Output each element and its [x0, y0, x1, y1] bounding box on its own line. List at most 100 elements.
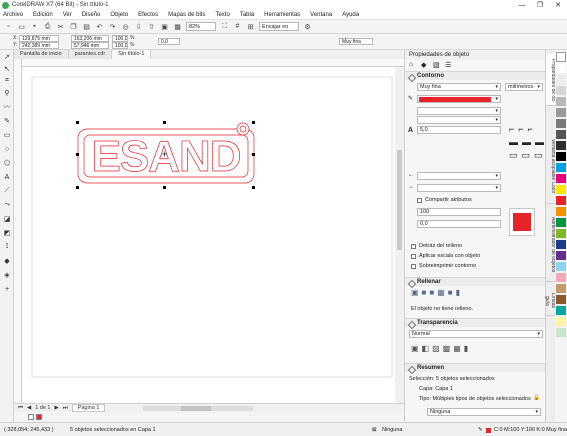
menu-ayuda[interactable]: Ayuda — [342, 12, 359, 18]
palette-purple[interactable] — [556, 251, 566, 261]
copy-icon[interactable]: ❐ — [69, 22, 78, 31]
connector-tool-icon[interactable]: ⤳ — [2, 200, 12, 210]
app-launcher-icon[interactable]: ▦ — [173, 22, 182, 31]
width-field[interactable]: 163,206 mm — [71, 35, 109, 42]
palette-orange[interactable] — [556, 207, 566, 217]
add-tool-icon[interactable]: + — [2, 284, 12, 294]
line-style-2-dropdown[interactable] — [417, 116, 501, 124]
x-position-field[interactable]: 129,875 mm — [19, 35, 59, 42]
palette-gray-60[interactable] — [556, 119, 566, 129]
horizontal-scrollbar[interactable] — [143, 405, 254, 411]
horizontal-scroll-thumb[interactable] — [181, 405, 212, 411]
palette-red[interactable] — [556, 196, 566, 206]
palette-gray-10[interactable] — [556, 75, 566, 85]
artistic-media-icon[interactable]: ✎ — [2, 116, 12, 126]
palette-cyan[interactable] — [556, 163, 566, 173]
rectangle-tool-icon[interactable]: ▭ — [2, 130, 12, 140]
menu-efectos[interactable]: Efectos — [138, 12, 158, 18]
export-icon[interactable]: ⇧ — [147, 22, 156, 31]
scale-with-object-checkbox[interactable] — [411, 254, 416, 259]
menu-objeto[interactable]: Objeto — [110, 12, 128, 18]
interactive-fill-icon[interactable]: ◆ — [2, 256, 12, 266]
crop-tool-icon[interactable]: ⌗ — [2, 76, 12, 86]
import-icon[interactable]: ⇩ — [134, 22, 143, 31]
outline-color-dropdown[interactable] — [417, 95, 501, 103]
last-page-icon[interactable]: ⏭ — [63, 405, 68, 412]
menu-archivo[interactable]: Archivo — [3, 12, 23, 18]
palette-black[interactable] — [556, 152, 566, 162]
fill-tab-icon[interactable]: ◆ — [421, 61, 426, 69]
horizontal-ruler[interactable] — [22, 59, 404, 67]
overprint-checkbox[interactable] — [411, 264, 416, 269]
palette-yellow[interactable] — [556, 185, 566, 195]
summary-tab-icon[interactable]: ☰ — [445, 61, 451, 69]
text-tool-icon[interactable]: A — [2, 172, 12, 182]
menu-texto[interactable]: Texto — [215, 12, 229, 18]
fill-type-icons[interactable]: ▣■■▦■▮ — [411, 288, 463, 297]
stretch-field[interactable]: 100 — [417, 208, 501, 216]
prev-page-icon[interactable]: ◀ — [27, 405, 31, 411]
zoom-tool-icon[interactable]: ⚲ — [2, 88, 12, 98]
behind-fill-checkbox[interactable] — [411, 244, 416, 249]
first-page-icon[interactable]: ⏮ — [18, 405, 23, 412]
menu-ventana[interactable]: Ventana — [310, 12, 332, 18]
maximize-button[interactable]: ❐ — [531, 0, 549, 10]
parallel-dimension-icon[interactable]: ⟋ — [2, 186, 12, 196]
outline-width-dropdown[interactable]: Muy fina — [417, 83, 501, 91]
start-arrow-dropdown[interactable] — [417, 172, 501, 180]
rulers-icon[interactable]: ⊞ — [246, 22, 255, 31]
drawing-canvas[interactable]: ESAND — [22, 67, 395, 403]
minimize-button[interactable]: — — [513, 0, 531, 10]
menu-herramientas[interactable]: Herramientas — [264, 12, 300, 18]
vertical-scroll-thumb[interactable] — [397, 150, 402, 250]
polygon-tool-icon[interactable]: ⬠ — [2, 158, 12, 168]
outline-units-dropdown[interactable]: milímetros — [505, 83, 543, 91]
rotation-angle-field[interactable]: 0,0 — [158, 38, 180, 45]
line-style-dropdown[interactable] — [417, 107, 501, 115]
full-screen-icon[interactable]: ⛶ — [220, 22, 229, 31]
palette-mint[interactable] — [556, 328, 566, 338]
palette-tan[interactable] — [556, 284, 566, 294]
palette-light-blue[interactable] — [556, 262, 566, 272]
palette-gray-90[interactable] — [556, 141, 566, 151]
cut-icon[interactable]: ✂ — [56, 22, 65, 31]
transparency-tab-icon[interactable]: ▧ — [433, 61, 440, 69]
y-position-field[interactable]: 242,389 mm — [19, 42, 59, 49]
document-red-swatch[interactable] — [36, 414, 42, 420]
menu-ver[interactable]: Ver — [63, 12, 72, 18]
new-document-icon[interactable]: ▫ — [4, 22, 13, 31]
palette-pink[interactable] — [556, 273, 566, 283]
palette-gray-70[interactable] — [556, 130, 566, 140]
outline-width-select[interactable]: Muy fina — [339, 38, 373, 45]
menu-tabla[interactable]: Tabla — [240, 12, 254, 18]
angle-field[interactable]: 0,0 — [417, 220, 501, 228]
tab-pantalla-de-inicio[interactable]: Pantalla de inicio — [14, 50, 69, 59]
scale-height-field[interactable]: 100,0 — [112, 42, 128, 49]
logo-text[interactable]: ESAND — [91, 132, 242, 182]
share-attributes-checkbox[interactable] — [417, 198, 422, 203]
summary-fill-dropdown[interactable]: Ninguna — [427, 408, 541, 416]
save-icon[interactable]: ▪ — [30, 22, 39, 31]
transparency-tool-icon[interactable]: ◩ — [2, 228, 12, 238]
snap-to-select[interactable]: Encajar en — [259, 22, 299, 31]
palette-no-color[interactable] — [556, 52, 566, 62]
eyedropper-tool-icon[interactable]: ⟟ — [2, 242, 12, 252]
corner-style-icons[interactable]: ⌐⌐⌐ — [509, 124, 537, 134]
palette-gray-40[interactable] — [556, 108, 566, 118]
options-gear-icon[interactable]: ⚙ — [303, 22, 312, 31]
no-color-swatch[interactable] — [28, 414, 34, 420]
open-folder-icon[interactable]: ▭ — [17, 22, 26, 31]
end-arrow-dropdown[interactable] — [417, 184, 501, 192]
nib-preview[interactable] — [509, 208, 535, 236]
line-cap-icons[interactable]: ▬▬▬ — [509, 137, 548, 147]
section-rellenar[interactable]: Rellenar — [405, 277, 546, 286]
position-icons[interactable]: ▭▭▭ — [509, 150, 547, 161]
print-icon[interactable]: ⎙ — [43, 22, 52, 31]
transparency-mode-dropdown[interactable]: Normal — [409, 330, 543, 338]
ellipse-tool-icon[interactable]: ○ — [2, 144, 12, 154]
next-page-icon[interactable]: ▶ — [54, 405, 58, 411]
menu-edicion[interactable]: Edición — [33, 12, 53, 18]
section-transparencia[interactable]: Transparencia — [405, 318, 546, 327]
palette-gray-20[interactable] — [556, 86, 566, 96]
palette-green[interactable] — [556, 218, 566, 228]
